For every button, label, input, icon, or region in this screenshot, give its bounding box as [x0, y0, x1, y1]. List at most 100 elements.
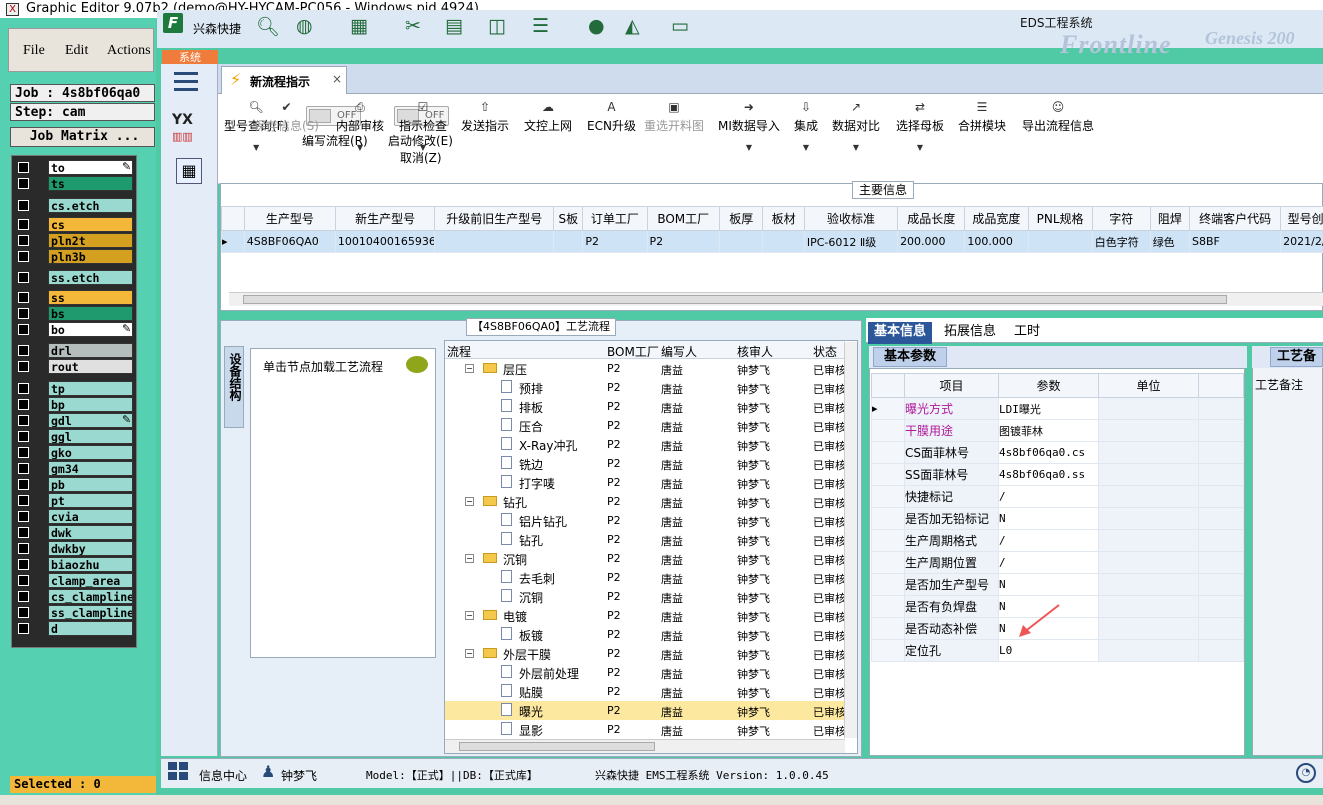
param-value[interactable]: 图镀菲林 [998, 419, 1099, 442]
tree-row[interactable]: 铝片钻孔 P2 唐益 钟梦飞 已审核 [445, 511, 845, 530]
collapse-icon[interactable]: − [465, 497, 474, 506]
layer-checkbox[interactable] [18, 526, 29, 538]
param-value[interactable]: 4s8bf06qa0.ss [998, 463, 1099, 486]
layer-checkbox[interactable] [18, 162, 29, 173]
tree-row[interactable]: X-Ray冲孔 P2 唐益 钟梦飞 已审核 [445, 435, 845, 454]
tree-row[interactable]: 预排 P2 唐益 钟梦飞 已审核 [445, 378, 845, 397]
tree-row[interactable]: 显影 P2 唐益 钟梦飞 已审核 [445, 720, 845, 739]
param-unit[interactable] [1098, 617, 1199, 640]
collapse-icon[interactable]: − [465, 649, 474, 658]
chart-icon[interactable]: ◭ [625, 15, 640, 37]
table-cell[interactable] [1027, 230, 1093, 253]
layer-row[interactable]: cvia [16, 508, 134, 524]
table-cell[interactable]: P2 [582, 230, 648, 253]
tree-row[interactable]: 钻孔 P2 唐益 钟梦飞 已审核 [445, 530, 845, 549]
table-cell[interactable]: 2021/2/2 [1280, 230, 1323, 253]
layer-checkbox[interactable] [18, 361, 29, 373]
layer-checkbox[interactable] [18, 398, 29, 410]
table-cell[interactable] [434, 230, 555, 253]
tree-row[interactable]: 排板 P2 唐益 钟梦飞 已审核 [445, 397, 845, 416]
param-row[interactable]: 是否加无铅标记 N [871, 507, 1244, 530]
layer-row[interactable]: ggl [16, 428, 134, 444]
param-value[interactable]: N [998, 507, 1099, 530]
tree-row[interactable]: 去毛刺 P2 唐益 钟梦飞 已审核 [445, 568, 845, 587]
layer-row[interactable]: pln2t [16, 232, 134, 248]
layer-checkbox[interactable] [18, 494, 29, 506]
toolbar-button[interactable]: A ECN升级 [587, 100, 636, 134]
table-cell[interactable]: P2 [646, 230, 720, 253]
system-button[interactable]: 系统 [162, 50, 218, 65]
tab-basic-info[interactable]: 基本信息 [868, 322, 933, 344]
clock-icon[interactable]: ◔ [1296, 763, 1316, 783]
scissors-icon[interactable]: ✂ [405, 15, 421, 37]
layer-checkbox[interactable] [18, 414, 29, 426]
layer-row[interactable]: pb [16, 476, 134, 492]
yx-factory-icon[interactable]: YX ▥▥ [172, 112, 193, 144]
param-value[interactable]: / [998, 529, 1099, 552]
param-row[interactable]: ▸ 曝光方式 LDI曝光 [871, 397, 1244, 420]
layer-checkbox[interactable] [18, 558, 29, 570]
equipment-structure-tab[interactable]: 设备结构 [224, 346, 244, 428]
toolbar-button[interactable]: ⇄ 选择母板 ▼ [896, 100, 944, 152]
param-value[interactable]: LDI曝光 [998, 397, 1099, 420]
table-cell[interactable]: 绿色 [1149, 230, 1191, 253]
param-row[interactable]: CS面菲林号 4s8bf06qa0.cs [871, 441, 1244, 464]
tree-row[interactable]: 压合 P2 唐益 钟梦飞 已审核 [445, 416, 845, 435]
tree-row[interactable]: 铣边 P2 唐益 钟梦飞 已审核 [445, 454, 845, 473]
layer-row[interactable]: tp [16, 380, 134, 396]
tab-work-hours[interactable]: 工时 [1008, 322, 1046, 344]
layer-row[interactable]: dwk [16, 524, 134, 540]
tree-row[interactable]: − 外层干膜 P2 唐益 钟梦飞 已审核 [445, 644, 845, 663]
table-cell[interactable] [718, 230, 764, 253]
layer-row[interactable]: bs [16, 305, 134, 321]
layer-checkbox[interactable] [18, 218, 29, 230]
param-value[interactable]: / [998, 551, 1099, 574]
layer-checkbox[interactable] [18, 542, 29, 554]
layer-row[interactable]: to ✎ [16, 160, 134, 175]
param-row[interactable]: 定位孔 L0 [871, 639, 1244, 662]
tree-row[interactable]: 板镀 P2 唐益 钟梦飞 已审核 [445, 625, 845, 644]
film-icon[interactable]: ▤ [445, 15, 463, 37]
windows-grid-icon[interactable] [168, 762, 190, 782]
param-unit[interactable] [1098, 595, 1199, 618]
layer-row[interactable]: dwkby [16, 540, 134, 556]
layer-checkbox[interactable] [18, 430, 29, 442]
param-unit[interactable] [1098, 441, 1199, 464]
toolbar-button[interactable]: ⇩ 集成 ▼ [794, 100, 818, 152]
layer-row[interactable]: ss [16, 289, 134, 305]
toolbar-button[interactable]: ☁ 文控上网 [524, 100, 572, 134]
tree-row[interactable]: 曝光 P2 唐益 钟梦飞 已审核 [445, 701, 845, 720]
search-icon[interactable]: 🔍︎ [256, 15, 280, 38]
layer-row[interactable]: pt [16, 492, 134, 508]
layer-checkbox[interactable] [18, 574, 29, 586]
tab-extended-info[interactable]: 拓展信息 [938, 322, 1002, 344]
param-unit[interactable] [1098, 419, 1199, 442]
board-icon[interactable]: ◫ [488, 15, 506, 37]
param-unit[interactable] [1098, 463, 1199, 486]
toolbar-button[interactable]: ↗ 数据对比 ▼ [832, 100, 880, 152]
toolbar-button[interactable]: ⎙ 内部审核 ▼ [336, 100, 384, 152]
layer-row[interactable]: ss.etch [16, 270, 134, 286]
table-cell[interactable]: 100.000 [964, 230, 1029, 253]
main-info-hscroll[interactable] [229, 292, 1323, 306]
tree-row[interactable]: − 沉铜 P2 唐益 钟梦飞 已审核 [445, 549, 845, 568]
param-row[interactable]: 干膜用途 图镀菲林 [871, 419, 1244, 442]
hamburger-menu-icon[interactable] [174, 72, 198, 92]
collapse-icon[interactable]: − [465, 611, 474, 620]
param-value[interactable]: N [998, 573, 1099, 596]
layer-checkbox[interactable] [18, 446, 29, 458]
layer-checkbox[interactable] [18, 382, 29, 394]
table-cell[interactable] [553, 230, 584, 253]
layer-row[interactable]: cs [16, 216, 134, 232]
layer-row[interactable]: rout [16, 359, 134, 375]
layer-checkbox[interactable] [18, 323, 29, 335]
param-unit[interactable] [1098, 485, 1199, 508]
layer-row[interactable]: biaozhu [16, 556, 134, 572]
toolbar-button[interactable]: ☰ 合拼模块 [958, 100, 1006, 134]
layer-row[interactable]: gm34 [16, 460, 134, 476]
tree-hscroll[interactable] [445, 739, 845, 753]
param-unit[interactable] [1098, 551, 1199, 574]
param-row[interactable]: SS面菲林号 4s8bf06qa0.ss [871, 463, 1244, 486]
layer-checkbox[interactable] [18, 250, 29, 262]
tab-close-icon[interactable]: × [332, 72, 342, 86]
